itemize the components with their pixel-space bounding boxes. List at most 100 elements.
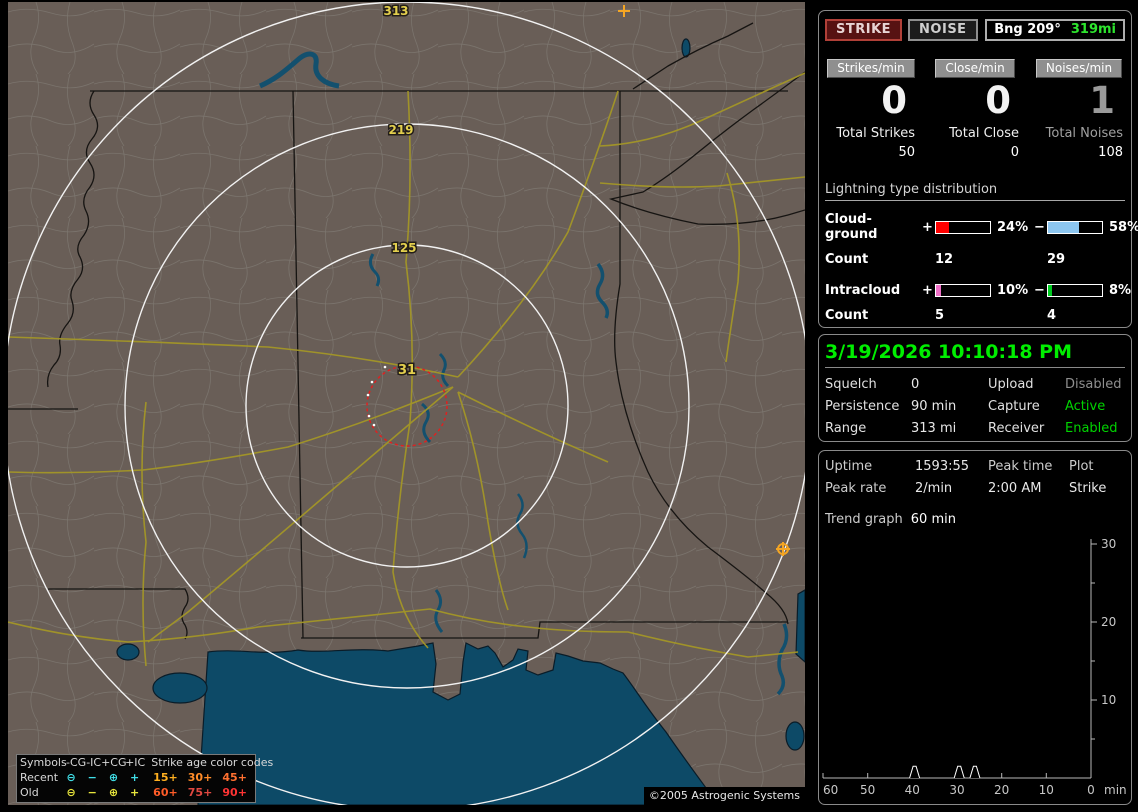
old-pcg-icon: ⊕ [108,786,119,799]
close-per-min-button[interactable]: Close/min [935,59,1015,78]
recent-ncg-icon: ⊖ [66,771,76,784]
peak-time-value: 2:00 AM [988,481,1042,496]
old-pic-icon: + [129,786,140,799]
age-90: 90+ [222,786,247,799]
y-tick-20: 20 [1101,615,1116,629]
lake-maurepas [116,643,140,661]
ic-count-label: Count [825,308,869,323]
ring-label-313: 313 [383,4,408,18]
ring-label-125: 125 [391,241,416,255]
noises-per-min-value: 1 [1089,79,1115,122]
peak-rate-value: 2/min [915,481,953,496]
cg-negative-bar [1047,220,1103,234]
total-noises-label: Total Noises [1045,126,1123,141]
legend-age-header: Strike age color codes [151,756,274,769]
ic-negative-pct: 8% [1109,283,1132,298]
x-tick-60: 60 [823,783,838,797]
bearing-value: Bng 209° [994,22,1061,37]
plot-mode-value: Strike [1069,481,1107,496]
noise-mode-button[interactable]: NOISE [908,19,978,41]
squelch-label: Squelch [825,377,877,392]
x-tick-40: 40 [905,783,920,797]
x-tick-20: 20 [994,783,1009,797]
age-30: 30+ [187,771,213,784]
legend-symbols-label: Symbols [20,756,67,769]
cg-positive-bar [935,220,991,234]
legend-col-pic: +IC [125,756,146,769]
map-canvas: 313 219 125 31 [8,2,805,805]
strikes-per-min-button[interactable]: Strikes/min [827,59,915,78]
old-ncg-icon: ⊖ [66,786,76,799]
peak-time-label: Peak time [988,459,1053,474]
river-east-edge [795,589,805,663]
uptime-trend-panel: Uptime 1593:55 Peak time Plot Peak rate … [818,450,1132,805]
age-75: 75+ [187,786,213,799]
total-close-value: 0 [1010,145,1019,160]
y-tick-10: 10 [1101,693,1116,707]
receiver-label: Receiver [988,421,1045,436]
distribution-title: Lightning type distribution [825,182,1125,201]
range-value: 319mi [1070,22,1116,37]
total-strikes-label: Total Strikes [836,126,915,141]
x-axis-unit: min [1104,783,1127,797]
persistence-label: Persistence [825,399,900,414]
bearing-range-indicator: Bng 209° 319mi [985,19,1125,41]
age-45: 45+ [222,771,247,784]
y-tick-30: 30 [1101,537,1116,551]
cloud-ground-label: Cloud-ground [825,212,878,242]
x-tick-10: 10 [1039,783,1054,797]
cg-positive-pct: 24% [997,219,1029,235]
intracloud-label: Intracloud [825,283,901,298]
upload-label: Upload [988,377,1034,392]
total-noises-value: 108 [1098,145,1123,160]
legend-old-label: Old [20,786,39,799]
minus-sign: − [1034,283,1045,298]
plot-label: Plot [1069,459,1094,474]
strike-mode-button[interactable]: STRIKE [825,19,903,41]
capture-status: Active [1065,399,1106,414]
x-tick-30: 30 [949,783,964,797]
close-per-min-value: 0 [985,79,1011,122]
uptime-value: 1593:55 [915,459,970,474]
ic-positive-pct: 10% [997,283,1029,298]
upload-status: Disabled [1065,377,1122,392]
legend-col-ncg: -CG [66,756,87,769]
peak-rate-label: Peak rate [825,481,887,496]
range-setting-value: 313 mi [911,421,957,436]
legend-col-nic: -IC [86,756,102,769]
lightning-map[interactable]: 313 219 125 31 Symbols -CG -IC +CG +IC S… [8,2,805,805]
range-label: Range [825,421,867,436]
strike-stats-panel: STRIKE NOISE Bng 209° 319mi Strikes/min C… [818,10,1138,328]
ring-label-219: 219 [388,123,413,137]
x-tick-0: 0 [1087,783,1095,797]
cg-positive-count: 12 [935,252,954,267]
minus-sign: − [1034,219,1045,235]
strikes-per-min-value: 0 [881,79,907,122]
plus-sign: + [922,283,933,298]
lake-pontchartrain [152,672,208,704]
total-strikes-value: 50 [898,145,915,160]
squelch-value: 0 [911,377,920,392]
capture-label: Capture [988,399,1040,414]
receiver-status: Enabled [1065,421,1118,436]
total-close-label: Total Close [949,126,1019,141]
noises-per-min-button[interactable]: Noises/min [1035,59,1123,78]
cg-count-label: Count [825,252,869,267]
system-status-panel: 3/19/2026 10:10:18 PM Squelch 0 Upload D… [818,334,1132,442]
plus-sign: + [922,219,933,235]
ic-positive-count: 5 [935,308,945,323]
recent-pcg-icon: ⊕ [108,771,119,784]
uptime-label: Uptime [825,459,873,474]
cg-negative-pct: 58% [1109,219,1138,235]
old-nic-icon: − [87,786,97,799]
datetime-display: 3/19/2026 10:10:18 PM [825,341,1125,368]
ic-negative-count: 4 [1047,308,1057,323]
ring-label-31: 31 [398,363,416,378]
x-tick-50: 50 [860,783,875,797]
legend-col-pcg: +CG [101,756,127,769]
age-60: 60+ [153,786,178,799]
trend-graph: 60 50 40 30 20 10 0 min 30 20 10 [822,537,1127,797]
map-legend: Symbols -CG -IC +CG +IC Strike age color… [16,754,273,803]
legend-recent-label: Recent [20,771,59,784]
water-se [785,721,805,751]
